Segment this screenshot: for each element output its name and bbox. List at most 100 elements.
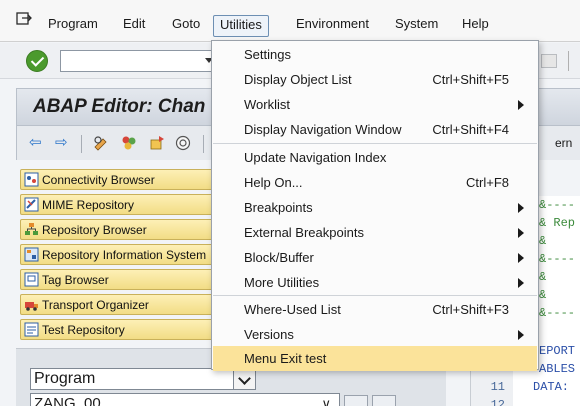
submenu-arrow-icon (518, 203, 524, 213)
menu-item-shortcut: Ctrl+F8 (466, 175, 509, 190)
menu-item-more-utilities[interactable]: More Utilities (213, 270, 537, 295)
menu-bar: Program Edit Goto Utilities Environment … (0, 0, 580, 42)
submenu-arrow-icon (518, 228, 524, 238)
submenu-arrow-icon (518, 253, 524, 263)
object-type-select[interactable]: Program (30, 368, 256, 390)
repository-icon (25, 223, 38, 235)
menu-separator (213, 295, 537, 296)
menu-item-label: More Utilities (244, 275, 320, 290)
menu-utilities[interactable]: Utilities (213, 15, 269, 37)
code-line: DATA: (533, 380, 577, 394)
menu-item-help-on[interactable]: Help On... Ctrl+F8 (213, 170, 537, 195)
back-arrow-icon[interactable]: ⇦ (29, 135, 47, 151)
transport-icon (25, 302, 38, 311)
code-line: EPORT (539, 344, 576, 358)
edit-pencil-button[interactable] (372, 395, 396, 406)
menu-item-label: Where-Used List (244, 302, 341, 317)
enter-check-icon[interactable] (26, 50, 48, 72)
line-number: 11 (490, 380, 505, 394)
nav-label: MIME Repository (42, 198, 135, 212)
test-icon (24, 322, 39, 337)
submenu-arrow-icon (518, 100, 524, 110)
menu-item-shortcut: Ctrl+Shift+F3 (432, 302, 509, 317)
code-line: & Rep (539, 216, 576, 230)
menu-item-label: Help On... (244, 175, 303, 190)
nav-label: Repository Information System (42, 248, 207, 262)
toolbar-separator (203, 135, 204, 153)
forward-arrow-icon[interactable]: ⇨ (55, 135, 73, 151)
chevron-down-icon[interactable]: ∨ (321, 396, 331, 406)
exit-icon[interactable] (16, 12, 32, 26)
menu-item-versions[interactable]: Versions (213, 322, 537, 347)
tag-icon (24, 272, 39, 287)
code-line: &---- (539, 252, 576, 266)
code-line: ABLES (539, 362, 576, 376)
other-object-icon[interactable] (149, 135, 165, 151)
code-line: &---- (539, 198, 576, 212)
menu-item-display-object-list[interactable]: Display Object List Ctrl+Shift+F5 (213, 67, 537, 92)
mime-icon (24, 197, 39, 212)
toolbar-separator (568, 51, 569, 71)
nav-transport-organizer[interactable]: Transport Organizer (20, 294, 214, 315)
menu-item-label: Update Navigation Index (244, 150, 387, 165)
menu-environment[interactable]: Environment (296, 16, 369, 31)
where-used-icon[interactable] (175, 135, 191, 151)
menu-item-settings[interactable]: Settings (213, 42, 537, 67)
menu-item-label: Worklist (244, 97, 290, 112)
pattern-button[interactable]: ern (555, 136, 572, 150)
menu-item-update-navigation-index[interactable]: Update Navigation Index (213, 145, 537, 170)
code-line: & (539, 234, 547, 248)
toolbar-icon[interactable] (541, 54, 557, 68)
object-name-value: ZANG_00 (34, 395, 101, 406)
menu-item-worklist[interactable]: Worklist (213, 92, 537, 117)
nav-mime-repository[interactable]: MIME Repository (20, 194, 214, 215)
menu-item-shortcut: Ctrl+Shift+F4 (432, 122, 509, 137)
menu-item-breakpoints[interactable]: Breakpoints (213, 195, 537, 220)
nav-label: Tag Browser (42, 273, 109, 287)
menu-item-block-buffer[interactable]: Block/Buffer (213, 245, 537, 270)
menu-item-menu-exit-test[interactable]: Menu Exit test (213, 346, 537, 371)
display-change-icon[interactable] (93, 135, 109, 151)
menu-goto[interactable]: Goto (172, 16, 200, 31)
object-type-value: Program (34, 370, 96, 387)
dropdown-button[interactable] (344, 395, 368, 406)
menu-system[interactable]: System (395, 16, 438, 31)
utilities-dropdown-menu: Settings Display Object List Ctrl+Shift+… (211, 40, 539, 371)
code-line: & (539, 288, 547, 302)
command-field[interactable] (60, 50, 220, 72)
submenu-arrow-icon (518, 278, 524, 288)
menu-item-where-used-list[interactable]: Where-Used List Ctrl+Shift+F3 (213, 297, 537, 322)
menu-item-label: Menu Exit test (244, 351, 327, 366)
menu-program[interactable]: Program (48, 16, 98, 31)
menu-item-label: Versions (244, 327, 294, 342)
nav-repository-information-system[interactable]: Repository Information System (20, 244, 214, 265)
menu-item-label: External Breakpoints (244, 225, 364, 240)
connectivity-icon (24, 172, 39, 187)
menu-edit[interactable]: Edit (123, 16, 145, 31)
nav-repository-browser[interactable]: Repository Browser (20, 219, 214, 240)
code-line: & (539, 270, 547, 284)
nav-label: Connectivity Browser (42, 173, 155, 187)
nav-label: Transport Organizer (42, 298, 149, 312)
nav-label: Repository Browser (42, 223, 147, 237)
object-name-field[interactable]: ZANG_00 ∨ (30, 393, 340, 406)
menu-item-display-navigation-window[interactable]: Display Navigation Window Ctrl+Shift+F4 (213, 117, 537, 142)
menu-item-external-breakpoints[interactable]: External Breakpoints (213, 220, 537, 245)
menu-item-label: Display Navigation Window (244, 122, 402, 137)
menu-item-label: Display Object List (244, 72, 352, 87)
info-system-icon (24, 247, 39, 262)
activate-icon[interactable] (121, 135, 137, 151)
nav-connectivity-browser[interactable]: Connectivity Browser (20, 169, 214, 190)
nav-test-repository[interactable]: Test Repository (20, 319, 214, 340)
menu-item-label: Block/Buffer (244, 250, 314, 265)
nav-tag-browser[interactable]: Tag Browser (20, 269, 214, 290)
nav-label: Test Repository (42, 323, 125, 337)
menu-item-label: Settings (244, 47, 291, 62)
code-line: &---- (539, 306, 576, 320)
chevron-down-icon[interactable] (233, 369, 255, 389)
menu-item-shortcut: Ctrl+Shift+F5 (432, 72, 509, 87)
page-title: ABAP Editor: Chan (33, 96, 206, 117)
menu-separator (213, 143, 537, 144)
line-number: 12 (490, 398, 505, 406)
menu-help[interactable]: Help (462, 16, 489, 31)
